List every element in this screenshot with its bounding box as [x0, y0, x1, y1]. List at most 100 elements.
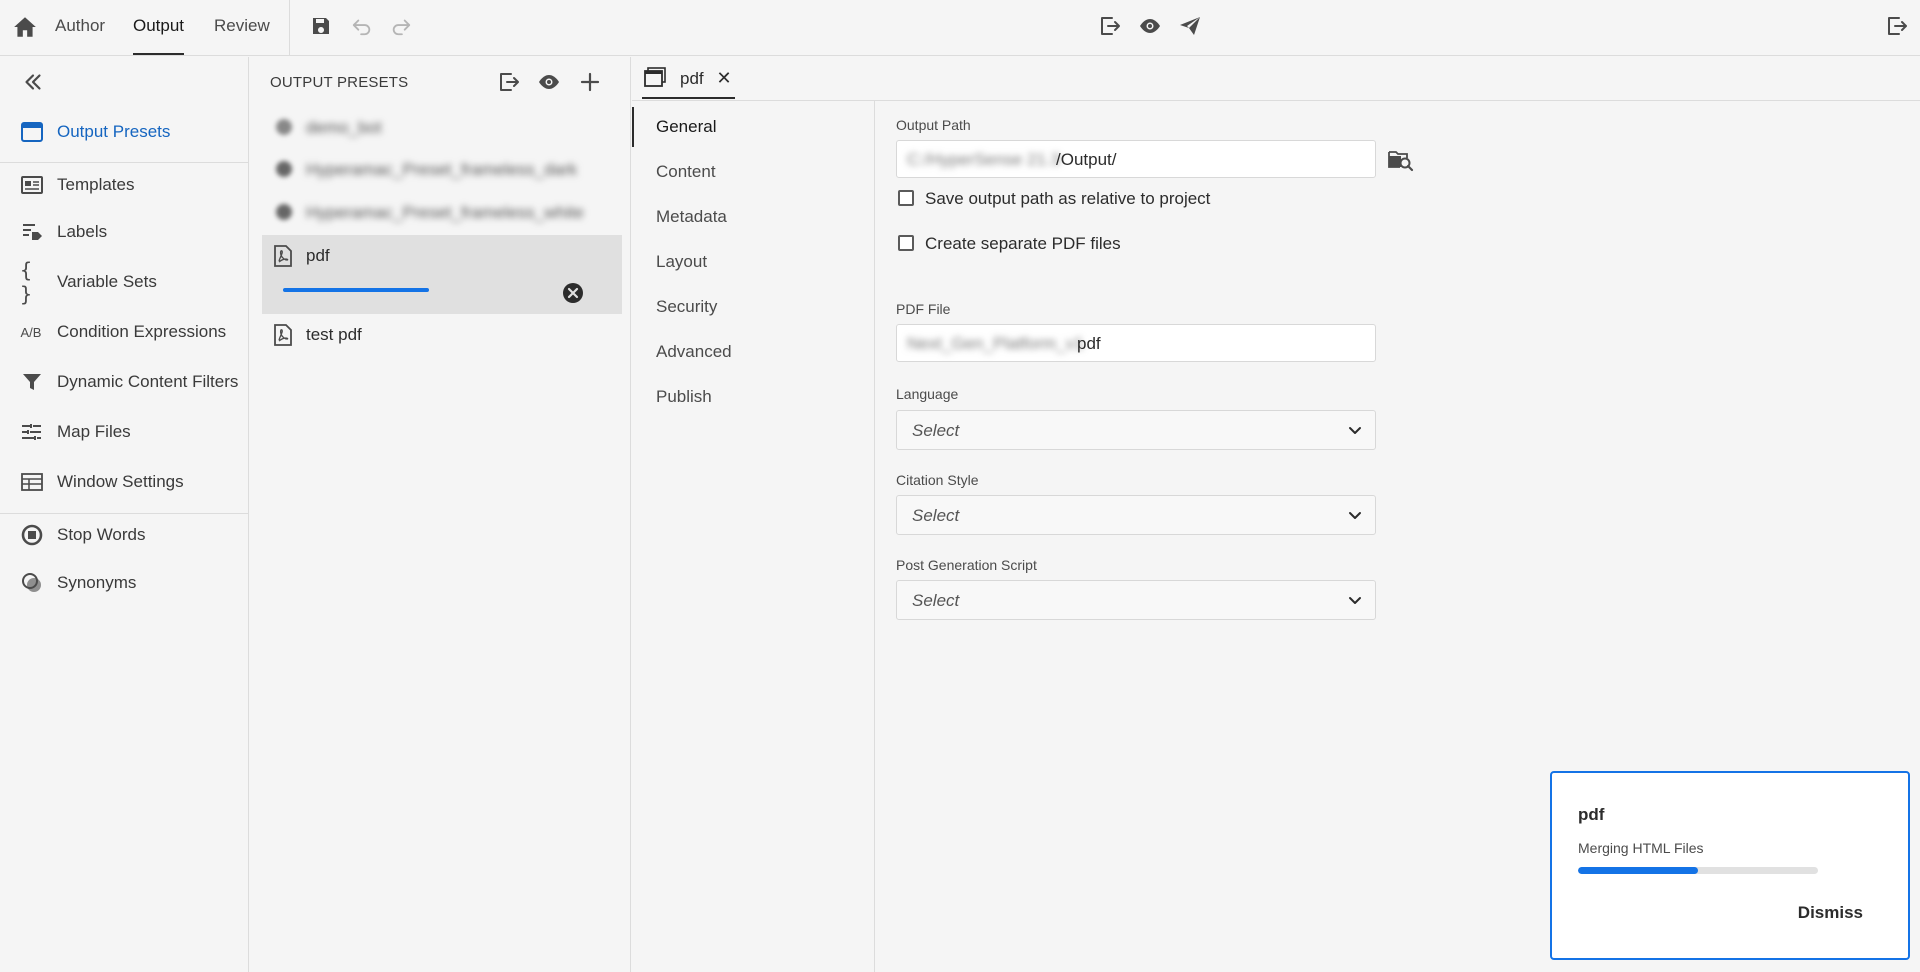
export-icon[interactable] [1097, 13, 1123, 39]
publish-icon[interactable] [1177, 13, 1203, 39]
nav-item-map-files[interactable]: Map Files [0, 410, 248, 454]
nav-label: Synonyms [57, 573, 137, 592]
window-settings-icon [20, 470, 44, 494]
pdf-file-icon [274, 245, 294, 267]
left-navigation: Output Presets Templates Labels { } Vari… [0, 57, 249, 972]
tab-author[interactable]: Author [55, 0, 105, 56]
top-bar: Author Output Review [0, 0, 1920, 56]
nav-label: Templates [57, 175, 135, 194]
templates-icon [20, 173, 44, 197]
preset-label: test pdf [306, 325, 362, 344]
subnav-advanced[interactable]: Advanced [632, 332, 874, 372]
select-value: Select [912, 506, 960, 525]
subnav-metadata[interactable]: Metadata [632, 197, 874, 237]
output-path-label: Output Path [896, 117, 971, 133]
preset-label: Hyperamac_Preset_frameless_dark [306, 160, 578, 179]
toast-progress-fill [1578, 867, 1698, 874]
subnav-general[interactable]: General [632, 107, 874, 147]
checkbox-label: Save output path as relative to project [925, 189, 1211, 208]
document-tab-label: pdf [680, 69, 704, 88]
nav-item-templates[interactable]: Templates [0, 163, 248, 207]
subnav-label: Metadata [656, 207, 727, 226]
preview-preset-icon[interactable] [536, 69, 562, 95]
nav-item-stop-words[interactable]: Stop Words [0, 513, 248, 557]
redo-icon[interactable] [388, 13, 414, 39]
preset-item-selected[interactable]: pdf [262, 235, 622, 314]
select-value: Select [912, 591, 960, 610]
relative-path-checkbox[interactable]: Save output path as relative to project [896, 187, 1376, 211]
stop-icon [20, 523, 44, 547]
checkbox-box[interactable] [898, 235, 914, 251]
language-label: Language [896, 386, 959, 402]
output-presets-heading: OUTPUT PRESETS [270, 74, 409, 91]
preset-icon [274, 159, 294, 181]
add-preset-icon[interactable] [577, 69, 603, 95]
save-icon[interactable] [308, 13, 334, 39]
toast-progress-track [1578, 867, 1818, 874]
chevron-down-icon [1347, 508, 1363, 524]
nav-item-synonyms[interactable]: Synonyms [0, 561, 248, 605]
nav-item-window-settings[interactable]: Window Settings [0, 460, 248, 504]
chevron-down-icon [1347, 593, 1363, 609]
checkbox-box[interactable] [898, 190, 914, 206]
subnav-label: Publish [656, 387, 712, 406]
preset-item[interactable]: demo_bot [262, 107, 622, 149]
toast-message: Merging HTML Files [1578, 840, 1704, 856]
nav-item-output-presets[interactable]: Output Presets [0, 110, 248, 154]
filter-icon [20, 370, 44, 394]
pdf-file-value: pdf [1077, 334, 1101, 353]
home-icon[interactable] [12, 14, 38, 40]
nav-item-variable-sets[interactable]: { } Variable Sets [0, 258, 248, 306]
citation-style-select[interactable]: Select [896, 495, 1376, 535]
subnav-security[interactable]: Security [632, 287, 874, 327]
preset-icon [274, 202, 294, 224]
document-tab-pdf[interactable]: pdf ✕ [642, 57, 735, 99]
select-value: Select [912, 421, 960, 440]
toolbar-divider [289, 0, 290, 56]
pdf-file-icon [274, 324, 294, 346]
close-tab-icon[interactable]: ✕ [714, 68, 734, 88]
output-presets-icon [20, 120, 44, 144]
preset-icon [274, 117, 294, 139]
output-path-value: /Output/ [1056, 150, 1117, 169]
exit-icon[interactable] [1884, 13, 1910, 39]
nav-item-labels[interactable]: Labels [0, 210, 248, 254]
browse-folder-icon[interactable] [1388, 148, 1414, 174]
subnav-layout[interactable]: Layout [632, 242, 874, 282]
preset-label: pdf [306, 246, 330, 265]
subnav-content[interactable]: Content [632, 152, 874, 192]
nav-label: Labels [57, 222, 108, 241]
cancel-generation-icon[interactable] [562, 282, 584, 304]
preset-item[interactable]: Hyperamac_Preset_frameless_white [262, 192, 622, 234]
pdf-file-label: PDF File [896, 301, 951, 317]
subnav-label: Content [656, 162, 716, 181]
export-preset-icon[interactable] [496, 69, 522, 95]
nav-label: Condition Expressions [57, 322, 227, 341]
output-presets-panel: OUTPUT PRESETS demo_bot Hyperamac_Preset… [250, 57, 631, 972]
dismiss-button[interactable]: Dismiss [1798, 903, 1863, 923]
separate-pdf-checkbox[interactable]: Create separate PDF files [896, 232, 1376, 256]
nav-item-dynamic-content-filters[interactable]: Dynamic Content Filters [0, 360, 248, 404]
output-path-field[interactable]: C:/HyperSense 21.3 /Output/ [896, 140, 1376, 178]
window-icon [644, 67, 666, 89]
preview-icon[interactable] [1137, 13, 1163, 39]
labels-icon [20, 220, 44, 244]
preset-label: Hyperamac_Preset_frameless_white [306, 203, 584, 222]
tab-review[interactable]: Review [214, 0, 270, 56]
nav-item-condition-expressions[interactable]: A/B Condition Expressions [0, 310, 248, 354]
preset-item[interactable]: Hyperamac_Preset_frameless_dark [262, 149, 622, 191]
undo-icon[interactable] [349, 13, 375, 39]
preset-progress-bar [283, 288, 429, 292]
settings-subnav: General Content Metadata Layout Security… [632, 101, 875, 972]
generation-progress-toast: pdf Merging HTML Files Dismiss [1550, 771, 1910, 960]
post-generation-script-select[interactable]: Select [896, 580, 1376, 620]
collapse-sidebar-icon[interactable] [20, 69, 46, 95]
subnav-label: Layout [656, 252, 708, 271]
pdf-file-field[interactable]: Next_Gen_Platform_v1 pdf [896, 324, 1376, 362]
subnav-publish[interactable]: Publish [632, 377, 874, 417]
checkbox-label: Create separate PDF files [925, 234, 1121, 253]
tab-output[interactable]: Output [133, 0, 185, 56]
preset-item[interactable]: test pdf [262, 314, 622, 356]
pdf-file-hidden-text: Next_Gen_Platform_v1 [907, 334, 1084, 353]
language-select[interactable]: Select [896, 410, 1376, 450]
